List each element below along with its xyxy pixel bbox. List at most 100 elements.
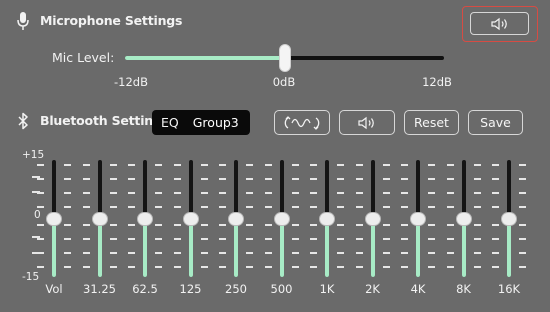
eq-band-16k[interactable]: 16K bbox=[489, 158, 529, 298]
eq-band-thumb[interactable] bbox=[455, 211, 472, 226]
eq-band-tick bbox=[64, 192, 71, 194]
speaker-icon bbox=[490, 17, 507, 30]
eq-band-thumb[interactable] bbox=[319, 211, 335, 226]
eq-band-tick bbox=[473, 266, 481, 268]
mic-level-slider[interactable] bbox=[125, 44, 444, 72]
eq-band-tick bbox=[310, 238, 317, 240]
eq-band-tick bbox=[401, 238, 408, 240]
eq-band-tick bbox=[310, 266, 317, 268]
eq-band-tick bbox=[155, 252, 162, 254]
eq-band-tick bbox=[337, 224, 344, 226]
eq-band-tick bbox=[246, 238, 253, 240]
eq-band-tick bbox=[291, 178, 299, 180]
eq-band-vol[interactable]: Vol bbox=[34, 158, 74, 298]
eq-band-thumb[interactable] bbox=[46, 211, 62, 226]
mic-speaker-button[interactable] bbox=[470, 12, 529, 35]
eq-band-tick bbox=[428, 266, 435, 268]
eq-band-tick bbox=[64, 206, 71, 208]
eq-band-tick bbox=[82, 178, 90, 180]
audio-settings-panel: Microphone Settings Mic Level: -12dB 0dB… bbox=[0, 0, 550, 312]
eq-band-tick bbox=[264, 206, 272, 208]
eq-band-thumb[interactable] bbox=[410, 211, 426, 226]
eq-band-fill bbox=[52, 218, 56, 277]
eq-band-tick bbox=[128, 192, 135, 194]
eq-band-62-5[interactable]: 62.5 bbox=[125, 158, 165, 298]
eq-band-tick bbox=[246, 178, 253, 180]
eq-band-tick bbox=[82, 238, 90, 240]
eq-band-tick bbox=[219, 192, 226, 194]
eq-band-tick bbox=[200, 206, 208, 208]
waveform-sync-button[interactable] bbox=[274, 110, 330, 135]
eq-band-tick bbox=[310, 224, 317, 226]
eq-band-tick bbox=[492, 252, 499, 254]
eq-band-tick bbox=[109, 178, 117, 180]
eq-band-tick bbox=[291, 252, 299, 254]
eq-band-tick bbox=[382, 164, 390, 166]
eq-band-tick bbox=[519, 178, 526, 180]
eq-band-tick bbox=[473, 252, 481, 254]
eq-band-tick bbox=[82, 164, 90, 166]
eq-band-tick bbox=[382, 178, 390, 180]
eq-band-label: 125 bbox=[179, 282, 202, 296]
eq-band-tick bbox=[37, 238, 44, 240]
eq-band-tick bbox=[64, 224, 71, 226]
eq-band-tick bbox=[401, 252, 408, 254]
eq-band-4k[interactable]: 4K bbox=[398, 158, 438, 298]
eq-band-tick bbox=[337, 206, 344, 208]
eq-band-tick bbox=[492, 164, 499, 166]
eq-band-250[interactable]: 250 bbox=[216, 158, 256, 298]
eq-band-tick bbox=[82, 206, 90, 208]
eq-band-fill bbox=[370, 218, 375, 277]
eq-band-thumb[interactable] bbox=[273, 211, 290, 226]
eq-band-2k[interactable]: 2K bbox=[353, 158, 393, 298]
save-button[interactable]: Save bbox=[468, 110, 523, 135]
eq-band-tick bbox=[337, 238, 344, 240]
eq-band-tick bbox=[219, 164, 226, 166]
eq-band-thumb[interactable] bbox=[228, 211, 244, 226]
eq-band-tick bbox=[492, 192, 499, 194]
eq-band-8k[interactable]: 8K bbox=[444, 158, 484, 298]
eq-band-tick bbox=[264, 178, 272, 180]
eq-band-tick bbox=[401, 224, 408, 226]
eq-band-tick bbox=[473, 192, 481, 194]
eq-band-tick bbox=[264, 238, 272, 240]
eq-band-31-25[interactable]: 31.25 bbox=[80, 158, 120, 298]
eq-band-500[interactable]: 500 bbox=[262, 158, 302, 298]
eq-band-tick bbox=[219, 178, 226, 180]
eq-band-thumb[interactable] bbox=[182, 211, 199, 226]
eq-band-label: 500 bbox=[270, 282, 293, 296]
eq-band-tick bbox=[82, 252, 90, 254]
eq-band-tick bbox=[446, 238, 454, 240]
eq-band-tick bbox=[337, 164, 344, 166]
eq-band-thumb[interactable] bbox=[501, 211, 517, 226]
eq-band-tick bbox=[519, 164, 526, 166]
eq-band-tick bbox=[200, 266, 208, 268]
eq-band-125[interactable]: 125 bbox=[171, 158, 211, 298]
eq-band-thumb[interactable] bbox=[137, 211, 153, 226]
eq-band-fill bbox=[234, 218, 238, 277]
reset-button[interactable]: Reset bbox=[404, 110, 459, 135]
eq-band-tick bbox=[291, 266, 299, 268]
eq-band-thumb[interactable] bbox=[91, 211, 108, 226]
eq-band-tick bbox=[264, 266, 272, 268]
eq-band-tick bbox=[109, 164, 117, 166]
eq-band-tick bbox=[37, 164, 44, 166]
eq-band-tick bbox=[291, 192, 299, 194]
eq-band-tick bbox=[428, 192, 435, 194]
eq-band-tick bbox=[109, 266, 117, 268]
eq-band-tick bbox=[173, 206, 181, 208]
eq-band-thumb[interactable] bbox=[364, 211, 381, 226]
eq-preset-selector[interactable]: EQ Group3 bbox=[152, 110, 250, 135]
eq-band-label: 250 bbox=[225, 282, 247, 296]
eq-band-label: 2K bbox=[365, 282, 380, 296]
eq-band-tick bbox=[64, 238, 71, 240]
eq-band-1k[interactable]: 1K bbox=[307, 158, 347, 298]
eq-band-tick bbox=[155, 266, 162, 268]
eq-band-tick bbox=[200, 238, 208, 240]
eq-band-tick bbox=[492, 238, 499, 240]
mic-level-thumb[interactable] bbox=[278, 44, 291, 72]
eq-band-fill bbox=[97, 218, 102, 277]
eq-band-tick bbox=[173, 164, 181, 166]
bt-speaker-button[interactable] bbox=[339, 110, 395, 135]
eq-band-tick bbox=[155, 178, 162, 180]
